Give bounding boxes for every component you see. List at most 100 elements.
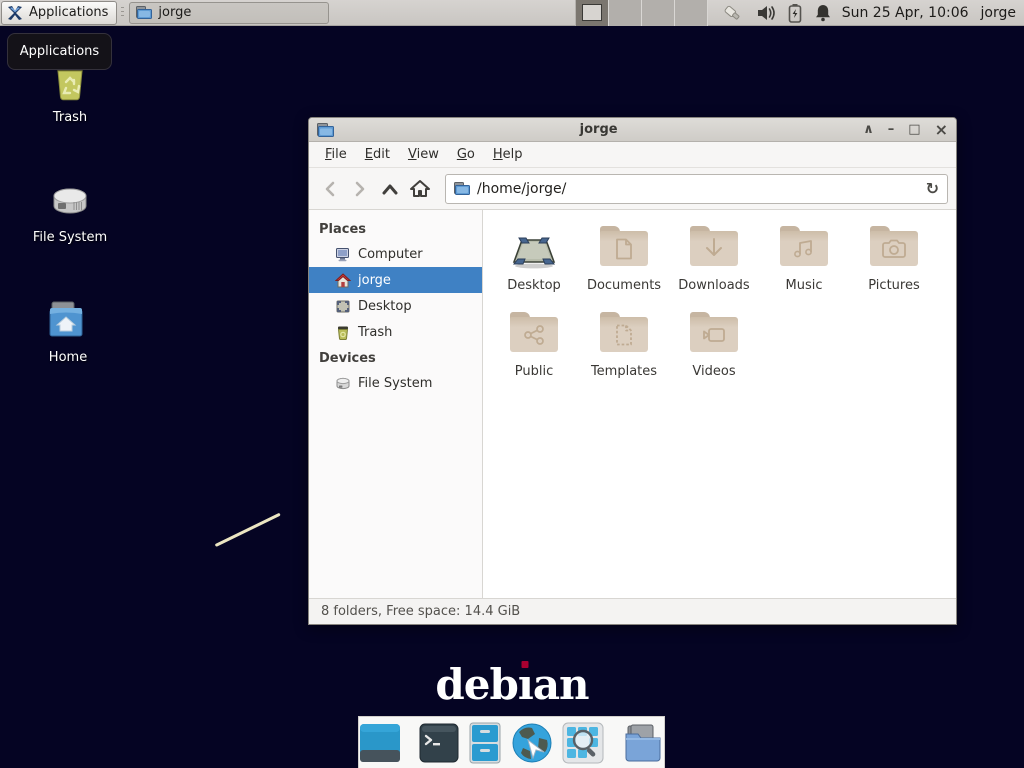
folder-icon [454,182,470,195]
folder-downloads[interactable]: Downloads [669,222,759,308]
folder-label: Templates [591,364,657,379]
workspace-1[interactable] [576,0,609,26]
sidebar-item-desktop[interactable]: Desktop [309,293,482,319]
sidebar-item-label: Computer [358,247,423,262]
app-finder-launcher[interactable] [562,722,604,764]
sidebar: Places Computer jorge [309,210,483,598]
sidebar-item-jorge[interactable]: jorge [309,267,482,293]
menu-bar: File Edit View Go Help [309,142,956,168]
folder-desktop[interactable]: Desktop [489,222,579,308]
home-icon [335,273,351,288]
debian-logo-red-dot [522,661,529,668]
desktop-icon-file-system[interactable]: File System [15,176,125,245]
maximize-button[interactable]: □ [908,123,920,136]
terminal-icon [419,723,459,763]
folder-label: Documents [587,278,661,293]
show-desktop-icon [359,723,401,763]
sidebar-item-trash[interactable]: Trash [309,319,482,345]
menu-view[interactable]: View [400,143,447,166]
folder-icon [136,6,152,19]
panel-handle [119,3,125,23]
trash-icon [335,325,351,340]
workspace-4[interactable] [675,0,708,26]
sidebar-item-label: jorge [358,273,391,288]
menu-help[interactable]: Help [485,143,531,166]
shade-button[interactable]: ∧ [863,123,874,136]
files-view[interactable]: Desktop Documents Downloads [483,210,956,598]
cursor-trail-line [215,513,281,547]
window-folder-icon [317,123,334,137]
folder-label: Desktop [507,278,561,293]
dock [358,716,665,768]
taskbar-window-button[interactable]: jorge [129,2,329,24]
folder-music[interactable]: Music [759,222,849,308]
close-button[interactable]: × [935,122,948,138]
back-button[interactable] [317,176,343,202]
workspace-3[interactable] [642,0,675,26]
removable-media-icon[interactable] [722,3,744,23]
folder-pictures[interactable]: Pictures [849,222,939,308]
notifications-bell-icon[interactable] [814,3,832,22]
download-arrow-glyph [704,238,724,260]
hard-drive-icon [46,176,94,224]
desktop-icon-home[interactable]: Home [13,296,123,365]
panel-clock[interactable]: Sun 25 Apr, 10:06 [842,5,969,21]
up-button[interactable] [377,176,403,202]
battery-icon[interactable] [788,3,802,23]
applications-tooltip-text: Applications [20,44,99,59]
status-bar: 8 folders, Free space: 14.4 GiB [309,598,956,624]
menu-file[interactable]: File [317,143,355,166]
location-bar[interactable]: /home/jorge/ ↻ [445,174,948,204]
folder-label: Public [515,364,553,379]
forward-button[interactable] [347,176,373,202]
path-text[interactable]: /home/jorge/ [477,181,919,197]
sidebar-item-label: Trash [358,325,392,340]
sidebar-item-label: Desktop [358,299,412,314]
file-cabinet-icon [468,722,502,764]
folder-documents[interactable]: Documents [579,222,669,308]
share-glyph [523,325,545,345]
sidebar-places-header: Places [309,216,482,241]
terminal-launcher[interactable] [419,722,459,764]
folder-icon [622,724,664,762]
window-controls: ∧ – □ × [863,122,948,138]
desktop-icon-label: Trash [15,110,125,125]
sidebar-devices-header: Devices [309,345,482,370]
workspace-2[interactable] [609,0,642,26]
window-title: jorge [334,122,863,137]
toolbar: /home/jorge/ ↻ [309,168,956,210]
sidebar-item-computer[interactable]: Computer [309,241,482,267]
menu-edit[interactable]: Edit [357,143,398,166]
desktop-icon [335,299,351,314]
home-button[interactable] [407,176,433,202]
sidebar-item-file-system[interactable]: File System [309,370,482,396]
window-titlebar[interactable]: jorge ∧ – □ × [309,118,956,142]
globe-browser-icon [511,722,553,764]
camera-glyph [882,239,906,259]
menu-go[interactable]: Go [449,143,483,166]
computer-icon [335,247,351,262]
desktop-icon-label: Home [13,350,123,365]
taskbar-window-label: jorge [158,5,191,20]
show-desktop-button[interactable] [359,722,401,764]
template-glyph [615,324,633,346]
folder-templates[interactable]: Templates [579,308,669,394]
volume-icon[interactable] [756,4,776,22]
file-manager-window: jorge ∧ – □ × File Edit View Go Help [308,117,957,625]
panel-user-label[interactable]: jorge [981,5,1016,21]
debian-logo: debıan [0,660,1024,709]
debian-logo-text: deb [435,660,517,709]
web-browser-launcher[interactable] [511,722,553,764]
status-text: 8 folders, Free space: 14.4 GiB [321,604,520,619]
reload-icon[interactable]: ↻ [926,179,939,198]
workspace-switcher[interactable] [575,0,708,26]
file-manager-launcher[interactable] [468,722,502,764]
applications-menu-button[interactable]: Applications [1,1,117,25]
xfce-logo-icon [6,4,24,22]
folder-shortcut[interactable] [622,722,664,764]
minimize-button[interactable]: – [888,123,895,136]
folder-public[interactable]: Public [489,308,579,394]
folder-videos[interactable]: Videos [669,308,759,394]
video-camera-glyph [702,326,726,344]
app-finder-icon [562,722,604,764]
